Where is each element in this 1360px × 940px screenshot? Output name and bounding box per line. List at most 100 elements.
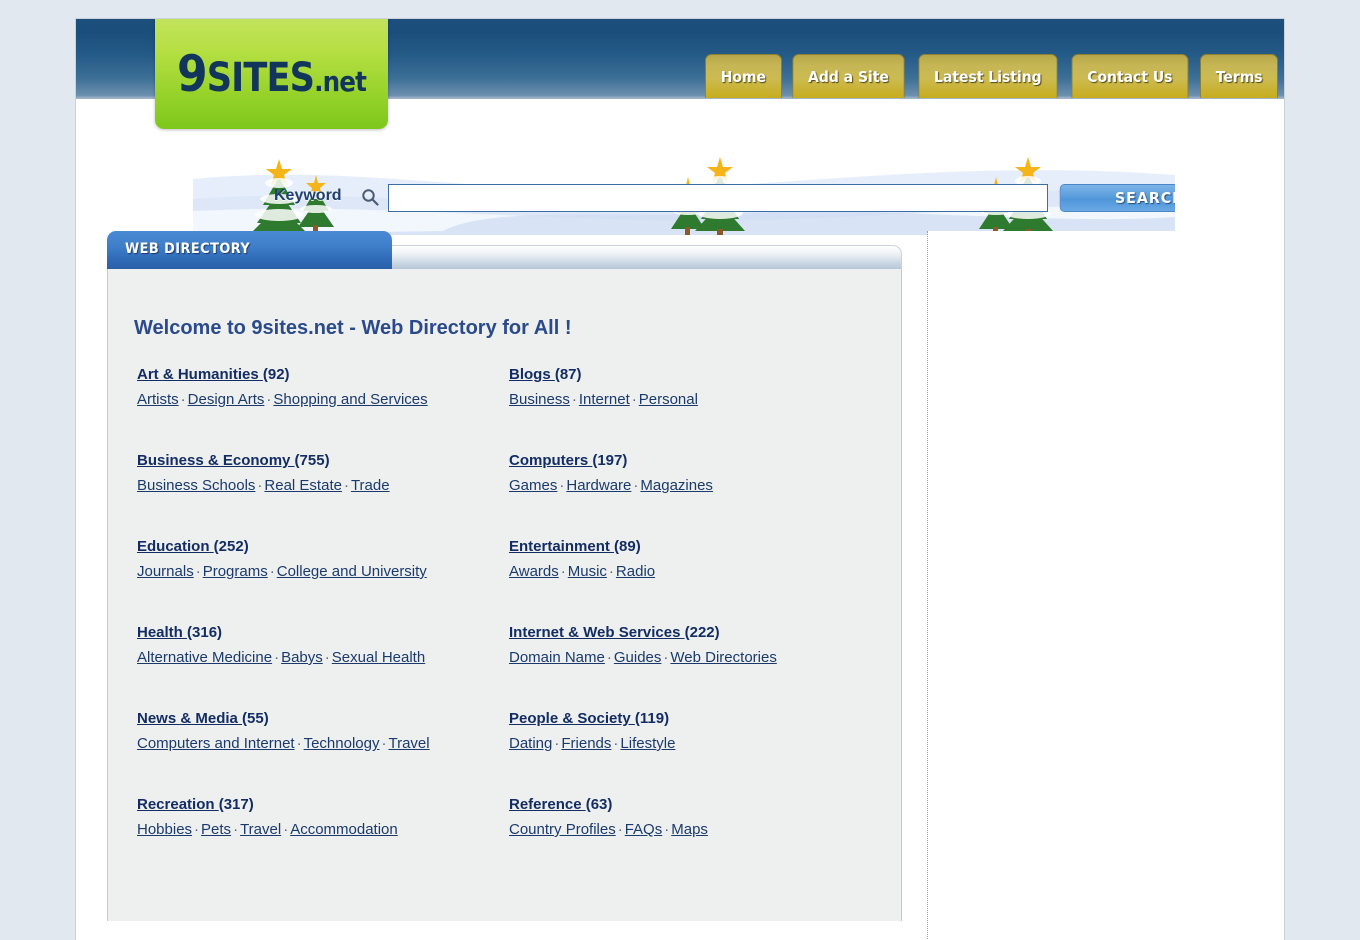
subcategory-link[interactable]: Lifestyle bbox=[620, 735, 675, 752]
subcategory-link[interactable]: Internet bbox=[579, 391, 630, 408]
category-heading: Art & Humanities (92) bbox=[137, 366, 509, 383]
subcategory-separator: · bbox=[272, 649, 281, 666]
subcategory-link[interactable]: Maps bbox=[671, 821, 708, 838]
right-sidebar bbox=[928, 231, 1285, 940]
category-heading: Internet & Web Services (222) bbox=[509, 624, 877, 641]
subcategory-link[interactable]: Personal bbox=[639, 391, 698, 408]
subcategory-list: Journals·Programs·College and University bbox=[137, 560, 509, 584]
subcategory-link[interactable]: Babys bbox=[281, 649, 323, 666]
subcategory-link[interactable]: Domain Name bbox=[509, 649, 605, 666]
nav-item-contact-us[interactable]: Contact Us bbox=[1071, 54, 1188, 98]
subcategory-link[interactable]: Games bbox=[509, 477, 557, 494]
category-heading: Education (252) bbox=[137, 538, 509, 555]
subcategory-separator: · bbox=[607, 563, 616, 580]
nav-item-latest-listing[interactable]: Latest Listing bbox=[918, 54, 1057, 98]
subcategory-link[interactable]: Magazines bbox=[640, 477, 713, 494]
subcategory-separator: · bbox=[552, 735, 561, 752]
category-link[interactable]: People & Society bbox=[509, 710, 635, 727]
subcategory-link[interactable]: Travel bbox=[240, 821, 281, 838]
subcategory-list: Business·Internet·Personal bbox=[509, 388, 877, 412]
category-count: (55) bbox=[242, 710, 269, 727]
nav-item-terms[interactable]: Terms bbox=[1200, 54, 1278, 98]
category-block: News & Media (55) Computers and Internet·… bbox=[137, 710, 509, 756]
category-block: Internet & Web Services (222) Domain Name… bbox=[509, 624, 877, 670]
subcategory-link[interactable]: Alternative Medicine bbox=[137, 649, 272, 666]
page-title: Welcome to 9sites.net - Web Directory fo… bbox=[134, 317, 901, 340]
category-link[interactable]: Entertainment bbox=[509, 538, 614, 555]
site-logo-text: 9SITES.net bbox=[169, 45, 374, 103]
subcategory-link[interactable]: Journals bbox=[137, 563, 194, 580]
subcategory-link[interactable]: Trade bbox=[351, 477, 390, 494]
category-link[interactable]: Computers bbox=[509, 452, 592, 469]
category-block: Education (252)Journals·Programs·College… bbox=[137, 538, 509, 584]
subcategory-list: Hobbies·Pets·Travel·Accommodation bbox=[137, 818, 509, 842]
subcategory-separator: · bbox=[179, 391, 188, 408]
category-block: People & Society (119)Dating·Friends·Lif… bbox=[509, 710, 877, 756]
search-button[interactable]: SEARCH bbox=[1060, 184, 1175, 212]
category-link[interactable]: News & Media bbox=[137, 710, 242, 727]
subcategory-link[interactable]: Business Schools bbox=[137, 477, 255, 494]
category-block: Recreation (317)Hobbies·Pets·Travel·Acco… bbox=[137, 796, 509, 842]
nav-item-add-a-site[interactable]: Add a Site bbox=[793, 54, 905, 98]
subcategory-link[interactable]: Sexual Health bbox=[332, 649, 425, 666]
category-link[interactable]: Recreation bbox=[137, 796, 219, 813]
subcategory-separator: · bbox=[194, 563, 203, 580]
subcategory-link[interactable]: Accommodation bbox=[290, 821, 398, 838]
category-count: (252) bbox=[214, 538, 249, 555]
category-link[interactable]: Blogs bbox=[509, 366, 555, 383]
panel-tab-web-directory[interactable]: WEB DIRECTORY bbox=[107, 231, 392, 269]
subcategory-list: Computers and Internet·Technology·Travel bbox=[137, 732, 509, 756]
category-link[interactable]: Art & Humanities bbox=[137, 366, 263, 383]
site-logo[interactable]: 9SITES.net bbox=[155, 18, 388, 129]
subcategory-link[interactable]: Hobbies bbox=[137, 821, 192, 838]
category-count: (89) bbox=[614, 538, 641, 555]
logo-nine: 9 bbox=[177, 45, 207, 103]
subcategory-separator: · bbox=[268, 563, 277, 580]
subcategory-list: Games·Hardware·Magazines bbox=[509, 474, 877, 498]
nav-item-home[interactable]: Home bbox=[705, 54, 782, 98]
category-link[interactable]: Education bbox=[137, 538, 214, 555]
category-link[interactable]: Reference bbox=[509, 796, 586, 813]
search-input[interactable] bbox=[388, 184, 1048, 212]
subcategory-link[interactable]: Travel bbox=[388, 735, 429, 752]
panel-tab-label: WEB DIRECTORY bbox=[125, 241, 250, 257]
category-link[interactable]: Business & Economy bbox=[137, 452, 295, 469]
category-link[interactable]: Internet & Web Services bbox=[509, 624, 685, 641]
subcategory-link[interactable]: Dating bbox=[509, 735, 552, 752]
subcategory-link[interactable]: Business bbox=[509, 391, 570, 408]
subcategory-link[interactable]: Country Profiles bbox=[509, 821, 616, 838]
category-heading: People & Society (119) bbox=[509, 710, 877, 727]
subcategory-link[interactable]: Real Estate bbox=[264, 477, 342, 494]
subcategory-link[interactable]: Friends bbox=[561, 735, 611, 752]
category-block: Business & Economy (755) Business Schools… bbox=[137, 452, 509, 498]
subcategory-link[interactable]: Pets bbox=[201, 821, 231, 838]
category-link[interactable]: Health bbox=[137, 624, 187, 641]
subcategory-link[interactable]: Music bbox=[568, 563, 607, 580]
subcategory-link[interactable]: FAQs bbox=[625, 821, 663, 838]
site-header: 9SITES.net Home Add a Site Latest Listin… bbox=[76, 19, 1285, 99]
category-heading: Recreation (317) bbox=[137, 796, 509, 813]
subcategory-link[interactable]: Shopping and Services bbox=[273, 391, 427, 408]
subcategory-link[interactable]: Awards bbox=[509, 563, 559, 580]
subcategory-link[interactable]: Design Arts bbox=[188, 391, 265, 408]
subcategory-link[interactable]: Programs bbox=[203, 563, 268, 580]
subcategory-separator: · bbox=[662, 821, 671, 838]
category-count: (87) bbox=[555, 366, 582, 383]
subcategory-separator: · bbox=[323, 649, 332, 666]
subcategory-link[interactable]: Radio bbox=[616, 563, 655, 580]
subcategory-link[interactable]: College and University bbox=[277, 563, 427, 580]
subcategory-link[interactable]: Technology bbox=[304, 735, 380, 752]
subcategory-link[interactable]: Hardware bbox=[566, 477, 631, 494]
subcategory-separator: · bbox=[281, 821, 290, 838]
category-heading: Computers (197) bbox=[509, 452, 877, 469]
subcategory-link[interactable]: Web Directories bbox=[670, 649, 776, 666]
category-count: (755) bbox=[295, 452, 330, 469]
subcategory-link[interactable]: Computers and Internet bbox=[137, 735, 295, 752]
subcategory-link[interactable]: Artists bbox=[137, 391, 179, 408]
subcategory-list: Artists·Design Arts·Shopping and Service… bbox=[137, 388, 509, 412]
web-directory-panel: WEB DIRECTORY Welcome to 9sites.net - We… bbox=[107, 231, 902, 921]
category-count: (63) bbox=[586, 796, 613, 813]
subcategory-list: Country Profiles·FAQs·Maps bbox=[509, 818, 877, 842]
category-block: Computers (197) Games·Hardware·Magazines bbox=[509, 452, 877, 498]
subcategory-link[interactable]: Guides bbox=[614, 649, 662, 666]
